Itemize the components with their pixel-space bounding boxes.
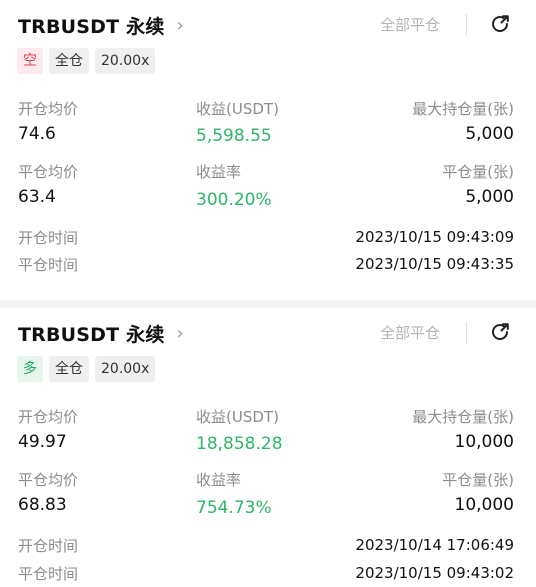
chevron-right-icon: › xyxy=(176,14,184,36)
position-card-2: TRBUSDT 永续 › 全部平仓 多 全仓 20.00x 开仓均价 49.97… xyxy=(0,308,536,587)
open-avg-value: 74.6 xyxy=(18,124,56,144)
pnl-value: 18,858.28 xyxy=(196,434,283,454)
open-time-value: 2023/10/15 09:43:09 xyxy=(355,228,514,246)
leverage-tag: 20.00x xyxy=(95,48,156,74)
max-hold-value: 5,000 xyxy=(465,124,514,144)
close-avg-label: 平仓均价 xyxy=(18,163,79,181)
chevron-right-icon: › xyxy=(176,322,184,344)
margin-mode-tag: 全仓 xyxy=(49,48,89,74)
close-qty-label: 平仓量(张) xyxy=(442,471,514,489)
side-tag: 多 xyxy=(17,356,43,382)
side-tag: 空 xyxy=(17,48,43,74)
close-all-button[interactable]: 全部平仓 xyxy=(380,322,440,343)
close-qty-value: 5,000 xyxy=(465,187,514,207)
share-icon[interactable] xyxy=(489,321,511,343)
roe-value: 754.73% xyxy=(196,498,272,518)
open-time-label: 开仓时间 xyxy=(18,229,79,247)
position-card-1: TRBUSDT 永续 › 全部平仓 空 全仓 20.00x 开仓均价 74.6 … xyxy=(0,0,536,300)
close-time-value: 2023/10/15 09:43:35 xyxy=(355,255,514,273)
pnl-label: 收益(USDT) xyxy=(196,408,279,426)
close-avg-label: 平仓均价 xyxy=(18,471,79,489)
divider xyxy=(466,322,467,344)
max-hold-label: 最大持仓量(张) xyxy=(412,408,514,426)
close-qty-value: 10,000 xyxy=(454,495,514,515)
close-avg-value: 63.4 xyxy=(18,187,56,207)
roe-label: 收益率 xyxy=(196,163,242,181)
divider xyxy=(466,14,467,36)
pnl-label: 收益(USDT) xyxy=(196,100,279,118)
close-time-label: 平仓时间 xyxy=(18,256,79,274)
tag-row: 空 全仓 20.00x xyxy=(17,48,156,74)
close-all-button[interactable]: 全部平仓 xyxy=(380,14,440,35)
symbol-link[interactable]: TRBUSDT 永续 › xyxy=(18,12,184,38)
symbol-title: TRBUSDT 永续 xyxy=(18,323,165,346)
open-time-value: 2023/10/14 17:06:49 xyxy=(355,536,514,554)
max-hold-value: 10,000 xyxy=(454,432,514,452)
open-avg-label: 开仓均价 xyxy=(18,408,79,426)
symbol-link[interactable]: TRBUSDT 永续 › xyxy=(18,320,184,346)
open-avg-value: 49.97 xyxy=(18,432,67,452)
symbol-title: TRBUSDT 永续 xyxy=(18,15,165,38)
open-avg-label: 开仓均价 xyxy=(18,100,79,118)
pnl-value: 5,598.55 xyxy=(196,126,272,146)
close-qty-label: 平仓量(张) xyxy=(442,163,514,181)
close-time-label: 平仓时间 xyxy=(18,565,79,583)
leverage-tag: 20.00x xyxy=(95,356,156,382)
max-hold-label: 最大持仓量(张) xyxy=(412,100,514,118)
open-time-label: 开仓时间 xyxy=(18,537,79,555)
close-avg-value: 68.83 xyxy=(18,495,67,515)
margin-mode-tag: 全仓 xyxy=(49,356,89,382)
card-divider xyxy=(0,300,536,308)
close-time-value: 2023/10/15 09:43:02 xyxy=(355,564,514,582)
tag-row: 多 全仓 20.00x xyxy=(17,356,156,382)
share-icon[interactable] xyxy=(489,13,511,35)
roe-value: 300.20% xyxy=(196,190,272,210)
roe-label: 收益率 xyxy=(196,471,242,489)
